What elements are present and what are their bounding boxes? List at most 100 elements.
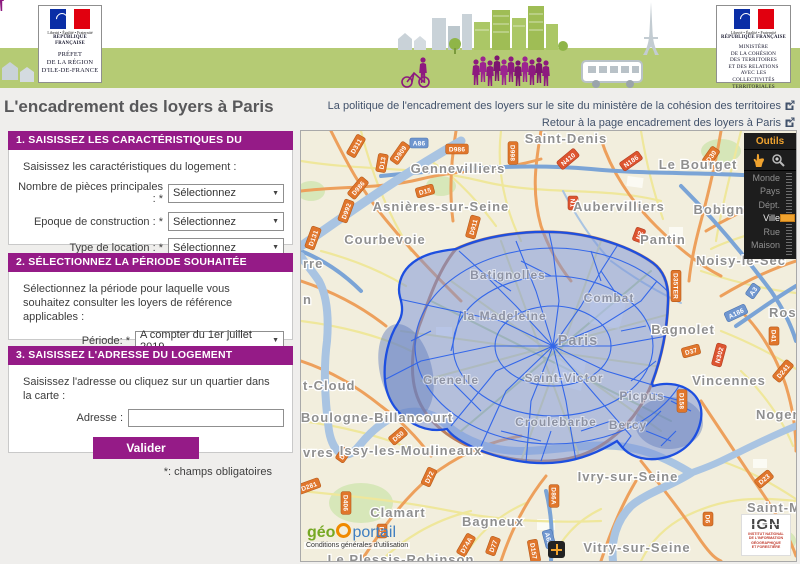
chevron-down-icon: ▼ xyxy=(272,190,279,197)
svg-text:D41: D41 xyxy=(769,330,776,343)
external-link-icon xyxy=(785,117,795,127)
svg-text:D986: D986 xyxy=(449,147,466,154)
city-label: Pantin xyxy=(640,232,686,247)
road-badge: D158 xyxy=(677,390,687,413)
chevron-down-icon: ▼ xyxy=(272,218,279,225)
map[interactable]: D311D909A86D986D998D13D986D15N410N186D30… xyxy=(300,130,797,562)
section2-intro: Sélectionnez la période pour laquelle vo… xyxy=(23,282,278,324)
adresse-input[interactable] xyxy=(128,409,284,427)
french-flag-icon xyxy=(734,9,774,29)
french-flag-icon xyxy=(50,9,90,29)
svg-text:D86A: D86A xyxy=(549,487,556,505)
prefet-logo: Liberté • Égalité • Fraternité RÉPUBLIQU… xyxy=(38,5,102,83)
map-tools-panel: Outils MondePaysDépt.VilleRueMaison xyxy=(744,133,796,259)
city-label: Courbevoie xyxy=(344,232,426,247)
quartier-label: Combat xyxy=(584,291,635,305)
logo-republic: RÉPUBLIQUE FRANÇAISE xyxy=(40,35,100,47)
city-label: Rosny-s xyxy=(769,305,796,320)
zoom-level-rue[interactable]: Rue xyxy=(744,226,780,239)
header: Liberté • Égalité • Fraternité RÉPUBLIQU… xyxy=(0,0,800,88)
city-label: Bagneux xyxy=(462,514,524,529)
city-label: Vitry-sur-Seine xyxy=(583,540,690,555)
road-badge: D41 xyxy=(769,327,779,345)
periode-label: Période: * xyxy=(17,335,135,347)
road-badge: D986 xyxy=(446,144,469,154)
city-label: Clamart xyxy=(370,505,425,520)
section2-header: 2. SÉLECTIONNEZ LA PÉRIODE SOUHAITÉE xyxy=(8,253,293,272)
city-label: rre xyxy=(303,256,323,271)
header-links: La politique de l'encadrement des loyers… xyxy=(328,100,795,134)
pan-hand-icon[interactable] xyxy=(751,153,766,168)
external-link-icon xyxy=(785,100,795,110)
section1-intro: Saisissez les caractéristiques du logeme… xyxy=(23,160,278,174)
pieces-select[interactable]: Sélectionnez▼ xyxy=(168,184,284,203)
city-label: Asnières-sur-Seine xyxy=(373,199,510,214)
header-cityscape-illustration xyxy=(0,0,800,88)
map-canvas[interactable]: D311D909A86D986D998D13D986D15N410N186D30… xyxy=(301,131,796,561)
road-badge: D86A xyxy=(549,485,559,508)
zoom-slider-handle[interactable] xyxy=(780,214,795,222)
city-label: Issy-les-Moulineaux xyxy=(340,443,483,458)
section-caracteristiques: 1. SAISISSEZ LES CARACTÉRISTIQUES DU LOG… xyxy=(8,131,293,245)
type-location-label: Type de location : * xyxy=(17,242,168,254)
city-label: Boulogne-Billancourt xyxy=(301,410,453,425)
city-label: Ivry-sur-Seine xyxy=(578,469,679,484)
section-periode: 2. SÉLECTIONNEZ LA PÉRIODE SOUHAITÉE Sél… xyxy=(8,253,293,340)
page-title: L'encadrement des loyers à Paris xyxy=(4,97,274,117)
ministere-org-text: MINISTÈRE DE LA COHÉSION DES TERRITOIRES… xyxy=(718,44,789,90)
chevron-down-icon: ▼ xyxy=(272,244,279,251)
city-label: t-Cloud xyxy=(303,378,355,393)
chevron-down-icon: ▼ xyxy=(272,337,279,344)
quartier-label: Grenelle xyxy=(423,373,479,387)
road-badge: D998 xyxy=(508,142,518,165)
conditions-link[interactable]: Conditions générales d'utilisation xyxy=(304,542,410,549)
city-label: Saint-Mau xyxy=(747,500,796,515)
link-ministere-politique[interactable]: La politique de l'encadrement des loyers… xyxy=(328,100,795,112)
section-adresse: 3. SAISISSEZ L'ADRESSE DU LOGEMENT Saisi… xyxy=(8,346,293,453)
zoom-level-monde[interactable]: Monde xyxy=(744,172,780,185)
road-badge: D406 xyxy=(341,492,351,515)
tools-title: Outils xyxy=(744,133,796,150)
road-badge: D35TER xyxy=(671,270,681,301)
city-label: Vincennes xyxy=(692,373,766,388)
city-label: Bagnolet xyxy=(651,322,715,337)
quartier-label: Bercy xyxy=(609,418,647,432)
section3-header: 3. SAISISSEZ L'ADRESSE DU LOGEMENT xyxy=(8,346,293,365)
epoque-select[interactable]: Sélectionnez▼ xyxy=(168,212,284,231)
quartier-label: Picpus xyxy=(619,389,664,403)
section1-header: 1. SAISISSEZ LES CARACTÉRISTIQUES DU LOG… xyxy=(8,131,293,150)
quartier-label: Croulebarbe xyxy=(515,415,597,429)
svg-text:D6: D6 xyxy=(703,515,710,524)
zoom-level-dpt[interactable]: Dépt. xyxy=(744,199,780,212)
city-label: Nogent-s xyxy=(756,407,796,422)
quartier-label: Saint-Victor xyxy=(524,371,603,385)
logo-republic: RÉPUBLIQUE FRANÇAISE xyxy=(718,35,789,41)
zoom-level-maison[interactable]: Maison xyxy=(744,239,780,252)
road-badge: D6 xyxy=(703,512,713,526)
city-label: Gennevilliers xyxy=(411,161,506,176)
zoom-level-ville[interactable]: Ville xyxy=(744,212,780,225)
svg-text:D35TER: D35TER xyxy=(671,273,678,299)
zoom-magnifier-icon[interactable] xyxy=(771,153,786,168)
geoportail-logo: géoportail xyxy=(307,523,396,542)
ministere-logo: Liberté • Égalité • Fraternité RÉPUBLIQU… xyxy=(716,5,791,83)
city-label: Aubervilliers xyxy=(573,199,665,214)
quartier-label: Batignolles xyxy=(470,268,546,282)
svg-text:D158: D158 xyxy=(677,393,684,410)
city-label: Le Bourget xyxy=(659,157,738,172)
epoque-label: Epoque de construction : * xyxy=(17,216,168,228)
city-label: Le Plessis-Robinson xyxy=(328,552,475,561)
map-pan-cross-tool[interactable] xyxy=(548,541,565,558)
prefet-org-text: PRÉFET DE LA RÉGION D'ILE-DE-FRANCE xyxy=(40,51,100,75)
svg-text:A86: A86 xyxy=(413,141,426,148)
link-retour-encadrement[interactable]: Retour à la page encadrement des loyers … xyxy=(328,117,795,129)
svg-text:D406: D406 xyxy=(341,495,348,512)
valider-button[interactable]: Valider xyxy=(93,437,199,459)
section3-intro: Saisissez l'adresse ou cliquez sur un qu… xyxy=(23,375,278,403)
zoom-level-pays[interactable]: Pays xyxy=(744,185,780,198)
ign-logo: IGN INSTITUT NATIONAL DE L'INFORMATION G… xyxy=(741,514,791,556)
required-fields-note: *: champs obligatoires xyxy=(17,466,272,478)
city-label: n xyxy=(303,292,312,307)
quartier-label: la Madeleine xyxy=(463,309,546,323)
quartier-label: Paris xyxy=(558,333,598,349)
